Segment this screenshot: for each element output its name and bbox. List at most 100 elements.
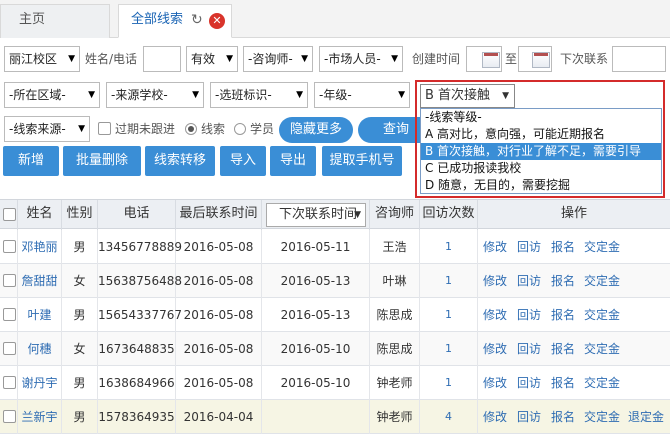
region-select[interactable]: -所在区域- ▼ (4, 82, 100, 108)
next-contact-input[interactable] (612, 46, 666, 72)
clue-level-option[interactable]: D 随意，无目的，需要挖掘 (421, 177, 661, 194)
tab-home[interactable]: 主页 (0, 4, 110, 38)
enroll-link[interactable]: 报名 (546, 298, 580, 332)
row-name-link[interactable]: 何穗 (18, 332, 62, 366)
enroll-link[interactable]: 报名 (546, 366, 580, 400)
select-all-cell (0, 200, 18, 230)
row-select-cell (0, 230, 18, 264)
revisit-link[interactable]: 回访 (512, 264, 546, 298)
col-visits[interactable]: 回访次数 (420, 200, 478, 230)
add-button[interactable]: 新增 (3, 146, 59, 176)
enroll-link[interactable]: 报名 (546, 230, 580, 264)
batch-delete-button[interactable]: 批量删除 (63, 146, 141, 176)
name-phone-input[interactable] (143, 46, 181, 72)
deposit-link[interactable]: 交定金 (580, 400, 624, 434)
next-contact-sort-select[interactable]: 下次联系时间 ▼ (266, 203, 366, 227)
col-name[interactable]: 姓名 (18, 200, 62, 230)
clue-level-option[interactable]: A 高对比，意向强，可能近期报名 (421, 126, 661, 143)
campus-select[interactable]: 丽江校区 ▼ (4, 46, 80, 72)
created-end-input[interactable] (518, 46, 552, 72)
row-visits[interactable]: 1 (420, 230, 478, 264)
calendar-icon[interactable] (532, 52, 550, 68)
revisit-link[interactable]: 回访 (512, 298, 546, 332)
name-phone-label: 姓名/电话 (85, 52, 138, 66)
row-checkbox[interactable] (3, 240, 16, 253)
select-all-checkbox[interactable] (3, 208, 16, 221)
marketer-select[interactable]: -市场人员- ▼ (319, 46, 403, 72)
consultant-value: -咨询师- (248, 52, 293, 66)
row-next-contact: 2016-05-13 (262, 298, 370, 332)
revisit-link[interactable]: 回访 (512, 332, 546, 366)
clue-level-option[interactable]: B 首次接触，对行业了解不足，需要引导 (421, 143, 661, 160)
deposit-link[interactable]: 交定金 (580, 366, 624, 400)
row-name-link[interactable]: 邓艳丽 (18, 230, 62, 264)
chevron-down-icon: ▼ (301, 54, 308, 64)
class-tag-select[interactable]: -选班标识- ▼ (210, 82, 308, 108)
close-icon[interactable]: ✕ (209, 13, 225, 29)
export-button[interactable]: 导出 (270, 146, 316, 176)
row-checkbox[interactable] (3, 376, 16, 389)
hide-more-button[interactable]: 隐藏更多 (279, 117, 353, 143)
row-select-cell (0, 298, 18, 332)
row-visits[interactable]: 1 (420, 298, 478, 332)
deposit-link[interactable]: 交定金 (580, 230, 624, 264)
consultant-select[interactable]: -咨询师- ▼ (243, 46, 313, 72)
row-visits[interactable]: 1 (420, 332, 478, 366)
enroll-link[interactable]: 报名 (546, 332, 580, 366)
clue-radio[interactable] (185, 123, 197, 135)
row-name-link[interactable]: 詹甜甜 (18, 264, 62, 298)
row-visits[interactable]: 1 (420, 264, 478, 298)
edit-link[interactable]: 修改 (478, 230, 512, 264)
row-consultant: 陈思成 (370, 298, 420, 332)
clue-level-option[interactable]: C 已成功报读我校 (421, 160, 661, 177)
extract-phone-button[interactable]: 提取手机号 (322, 146, 402, 176)
valid-select[interactable]: 有效 ▼ (186, 46, 238, 72)
col-gender[interactable]: 性别 (62, 200, 98, 230)
edit-link[interactable]: 修改 (478, 400, 512, 434)
clue-level-option[interactable]: -线索等级- (421, 109, 661, 126)
row-checkbox[interactable] (3, 274, 16, 287)
row-name-link[interactable]: 兰新宇 (18, 400, 62, 434)
import-button[interactable]: 导入 (220, 146, 266, 176)
row-visits[interactable]: 4 (420, 400, 478, 434)
revisit-link[interactable]: 回访 (512, 230, 546, 264)
deposit-link[interactable]: 交定金 (580, 332, 624, 366)
revisit-link[interactable]: 回访 (512, 400, 546, 434)
row-name-link[interactable]: 谢丹宇 (18, 366, 62, 400)
row-name-link[interactable]: 叶建 (18, 298, 62, 332)
col-last-contact[interactable]: 最后联系时间 (176, 200, 262, 230)
refresh-icon[interactable]: ↻ (191, 13, 203, 27)
deposit-link[interactable]: 交定金 (580, 298, 624, 332)
chevron-down-icon: ▼ (192, 90, 199, 100)
region-value: -所在区域- (9, 88, 66, 102)
chevron-down-icon: ▼ (354, 210, 361, 220)
refund-deposit-link[interactable]: 退定金 (624, 400, 668, 434)
edit-link[interactable]: 修改 (478, 366, 512, 400)
edit-link[interactable]: 修改 (478, 264, 512, 298)
created-start-input[interactable] (466, 46, 502, 72)
source-select[interactable]: -线索来源- ▼ (4, 116, 90, 142)
student-radio[interactable] (234, 123, 246, 135)
row-checkbox[interactable] (3, 410, 16, 423)
clue-level-select[interactable]: B 首次接触 ▼ (420, 84, 515, 108)
school-select[interactable]: -来源学校- ▼ (106, 82, 204, 108)
col-consultant[interactable]: 咨询师 (370, 200, 420, 230)
deposit-link[interactable]: 交定金 (580, 264, 624, 298)
tab-all-clues[interactable]: 全部线索 ↻ ✕ (118, 4, 232, 38)
enroll-link[interactable]: 报名 (546, 400, 580, 434)
campus-value: 丽江校区 (9, 52, 58, 66)
grade-select[interactable]: -年级- ▼ (314, 82, 410, 108)
school-value: -来源学校- (111, 88, 168, 102)
edit-link[interactable]: 修改 (478, 332, 512, 366)
edit-link[interactable]: 修改 (478, 298, 512, 332)
calendar-icon[interactable] (482, 52, 500, 68)
row-checkbox[interactable] (3, 308, 16, 321)
row-visits[interactable]: 1 (420, 366, 478, 400)
overdue-checkbox[interactable] (98, 122, 111, 135)
revisit-link[interactable]: 回访 (512, 366, 546, 400)
transfer-button[interactable]: 线索转移 (145, 146, 215, 176)
row-gender: 男 (62, 230, 98, 264)
row-checkbox[interactable] (3, 342, 16, 355)
enroll-link[interactable]: 报名 (546, 264, 580, 298)
col-phone[interactable]: 电话 (98, 200, 176, 230)
